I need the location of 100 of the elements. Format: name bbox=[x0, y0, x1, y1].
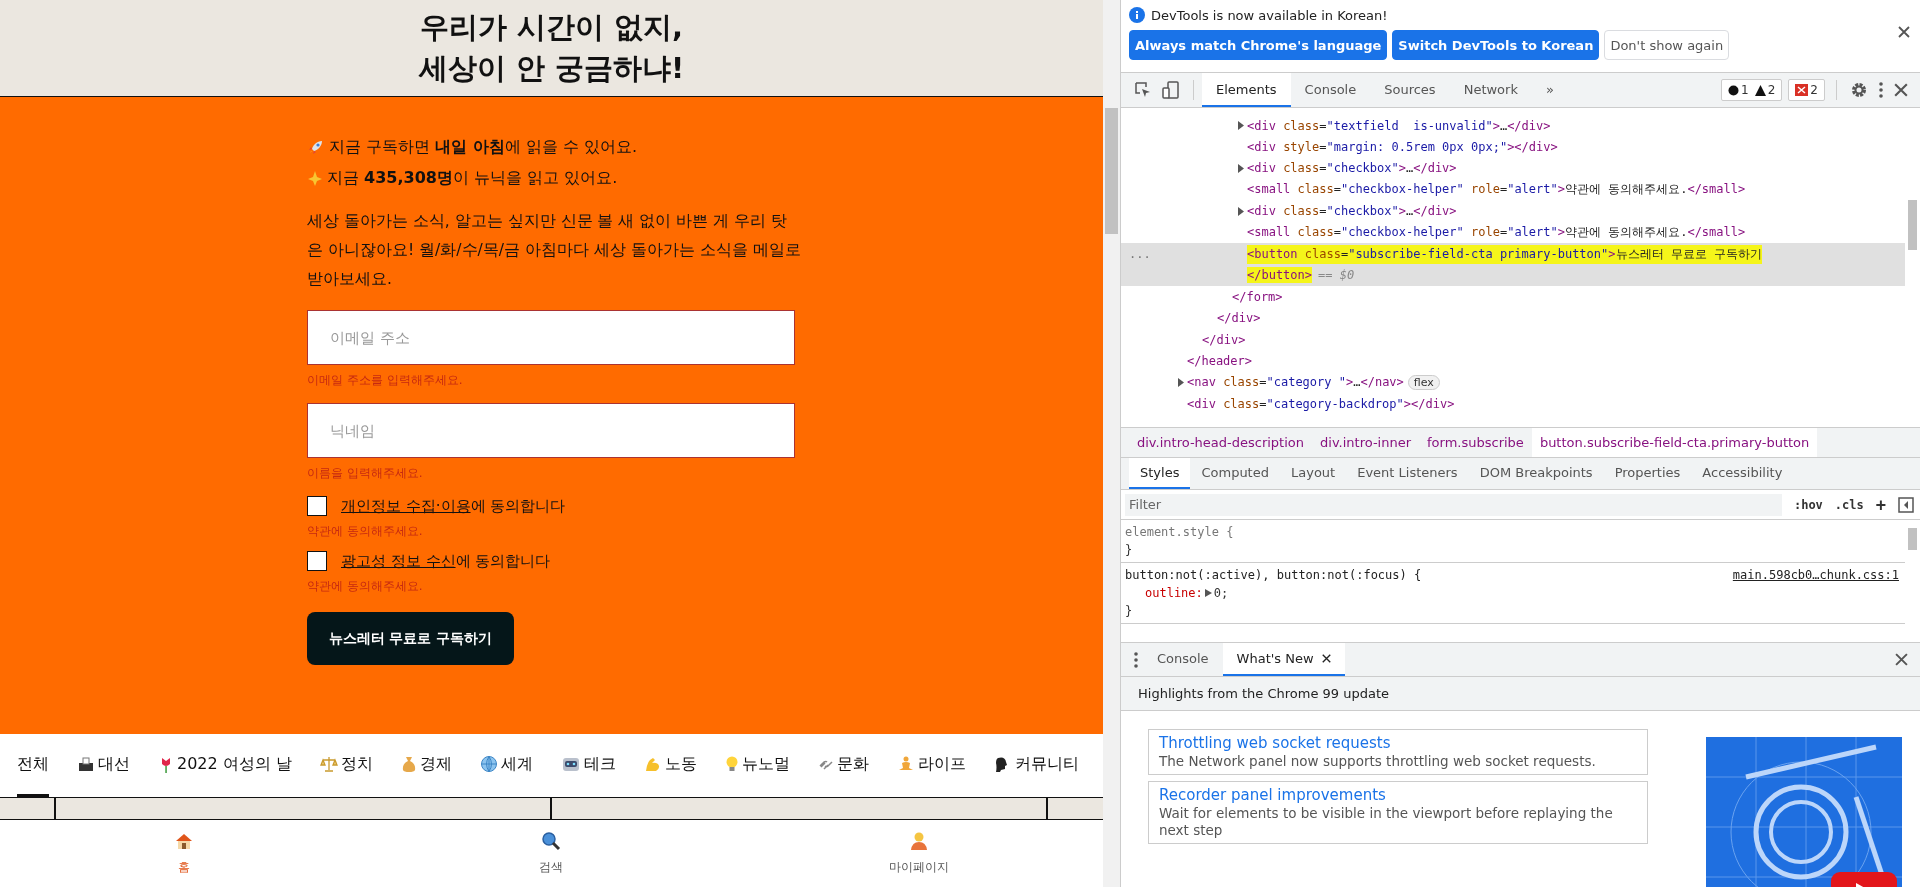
infobar-button[interactable]: Switch DevTools to Korean bbox=[1392, 30, 1600, 60]
more-options-icon[interactable]: ... bbox=[1129, 247, 1151, 262]
inspect-icon[interactable] bbox=[1134, 81, 1152, 99]
sidebar-toggle-icon[interactable] bbox=[1898, 496, 1914, 513]
dom-node[interactable]: <nav class="category ">…</nav> bbox=[1187, 374, 1404, 391]
category-tab[interactable]: 테크 bbox=[560, 734, 616, 797]
issue-counter[interactable]: 2 bbox=[1788, 79, 1825, 101]
intro-text: 지금 구독하면 내일 아침에 읽을 수 있어요. bbox=[329, 136, 638, 158]
sidebar-tab[interactable]: DOM Breakpoints bbox=[1468, 458, 1604, 489]
bottom-nav-item[interactable]: 마이페이지 bbox=[735, 820, 1103, 887]
filter-toggle[interactable]: .cls bbox=[1834, 497, 1864, 512]
closing-tag[interactable]: </form> bbox=[1232, 288, 1283, 305]
sidebar-tab[interactable]: Accessibility bbox=[1691, 458, 1794, 489]
ballot-box-icon bbox=[77, 755, 95, 773]
globe-icon bbox=[479, 755, 498, 773]
category-tab[interactable]: 2022 여성의 날 bbox=[158, 734, 292, 797]
feature-description: Wait for elements to be visible in the viewport before replaying the next step bbox=[1159, 805, 1614, 839]
sidebar-tab[interactable]: Computed bbox=[1190, 458, 1280, 489]
feature-link[interactable]: Throttling web socket requests bbox=[1159, 733, 1637, 753]
error-message: 이름을 입력해주세요. bbox=[307, 465, 424, 481]
close-icon[interactable] bbox=[1898, 26, 1910, 38]
category-tab[interactable]: 정치 bbox=[319, 734, 373, 797]
filter-toggle[interactable]: :hov bbox=[1793, 497, 1823, 512]
bottom-nav-item[interactable]: 검색 bbox=[367, 820, 736, 887]
light-bulb-icon bbox=[724, 755, 739, 773]
dom-node[interactable]: <small class="checkbox-helper" role="alert">약관에 동의해주세요.</small> bbox=[1247, 180, 1746, 200]
panel-tab[interactable]: Sources bbox=[1370, 73, 1450, 107]
panel-tab[interactable]: Elements bbox=[1202, 73, 1291, 107]
close-icon[interactable] bbox=[1894, 83, 1908, 97]
expand-arrow-icon[interactable] bbox=[1204, 589, 1212, 597]
more-menu-icon[interactable] bbox=[1878, 81, 1884, 99]
issue-counter[interactable]: 1 2 bbox=[1721, 79, 1783, 101]
expand-arrow-icon[interactable] bbox=[1177, 377, 1185, 387]
issue-flag-icon bbox=[1795, 84, 1809, 96]
closing-tag[interactable]: </div> bbox=[1202, 331, 1246, 348]
dom-node[interactable]: <div class="category-backdrop"></div> bbox=[1187, 395, 1455, 412]
category-tab[interactable]: 경제 bbox=[400, 734, 452, 797]
text-field[interactable]: 닉네임 bbox=[307, 403, 795, 458]
feature-link[interactable]: Recorder panel improvements bbox=[1159, 785, 1637, 805]
drawer-tab[interactable]: What's New bbox=[1222, 643, 1345, 676]
category-tab[interactable]: 대선 bbox=[77, 734, 130, 797]
category-tab[interactable]: 커뮤니티 bbox=[993, 734, 1079, 797]
drawer-tab[interactable]: Console bbox=[1143, 643, 1223, 676]
breadcrumb[interactable]: div.intro-head-description bbox=[1129, 428, 1312, 457]
error-message: 약관에 동의해주세요. bbox=[307, 578, 424, 594]
breadcrumb[interactable]: div.intro-inner bbox=[1312, 428, 1420, 457]
closing-tag[interactable]: </button> bbox=[1247, 267, 1313, 284]
terms-link[interactable]: 개인정보 수집·이용 bbox=[341, 496, 471, 515]
sidebar-tab[interactable]: Event Listeners bbox=[1346, 458, 1469, 489]
panel-tab[interactable]: Console bbox=[1290, 73, 1371, 107]
sidebar-tab[interactable]: Properties bbox=[1603, 458, 1692, 489]
panel-tab[interactable]: Network bbox=[1449, 73, 1532, 107]
flex-badge[interactable]: flex bbox=[1407, 374, 1440, 390]
dom-node[interactable]: <div style="margin: 0.5rem 0px 0px;"></div> bbox=[1247, 139, 1558, 156]
close-icon[interactable] bbox=[1321, 654, 1331, 663]
settings-icon[interactable] bbox=[1850, 81, 1868, 99]
dom-node[interactable]: <small class="checkbox-helper" role="alert">약관에 동의해주세요.</small> bbox=[1247, 223, 1746, 243]
category-tab[interactable]: 뉴노멀 bbox=[724, 734, 790, 797]
dom-node[interactable]: <button class="subscribe-field-cta primary-button">뉴스레터 무료로 구독하기 bbox=[1247, 244, 1762, 264]
closing-tag[interactable]: </header> bbox=[1187, 353, 1253, 369]
sidebar-tab[interactable]: Layout bbox=[1280, 458, 1347, 489]
more-tabs-button[interactable]: » bbox=[1531, 73, 1568, 107]
add-rule-button[interactable]: + bbox=[1875, 494, 1886, 515]
expand-arrow-icon[interactable] bbox=[1237, 206, 1245, 216]
filter-field[interactable]: Filter bbox=[1125, 493, 1782, 516]
money-bag-icon bbox=[400, 755, 417, 773]
text-field[interactable]: 이메일 주소 bbox=[307, 310, 795, 365]
bottom-nav-item[interactable]: 홈 bbox=[0, 820, 368, 887]
checkbox[interactable] bbox=[307, 496, 327, 516]
checkbox[interactable] bbox=[307, 551, 327, 571]
breadcrumb[interactable]: form.subscribe bbox=[1419, 428, 1532, 457]
infobar-button[interactable]: Always match Chrome's language bbox=[1129, 30, 1388, 60]
infobar-button[interactable]: Don't show again bbox=[1604, 30, 1730, 60]
sidebar-tab[interactable]: Styles bbox=[1129, 458, 1191, 489]
expand-arrow-icon[interactable] bbox=[1237, 121, 1245, 131]
subscribe-button[interactable]: 뉴스레터 무료로 구독하기 bbox=[307, 612, 514, 665]
category-tab[interactable]: 라이프 bbox=[896, 734, 966, 797]
counter-value: 2 bbox=[1767, 83, 1776, 97]
close-icon[interactable] bbox=[1895, 653, 1908, 666]
breadcrumb[interactable]: button.subscribe-field-cta.primary-button bbox=[1531, 428, 1818, 457]
category-tab[interactable]: 노동 bbox=[643, 734, 697, 797]
warning-triangle-icon bbox=[1754, 84, 1766, 96]
source-link[interactable]: main.598cb0…chunk.css:1 bbox=[1732, 566, 1899, 584]
dom-node[interactable]: <div class="checkbox">…</div> bbox=[1247, 160, 1457, 177]
infobar-message: DevTools is now available in Korean! bbox=[1151, 7, 1388, 23]
css-selector: button:not(:active), button:not(:focus) { bbox=[1125, 567, 1422, 584]
device-icon[interactable] bbox=[1162, 81, 1180, 99]
closing-tag[interactable]: </div> bbox=[1217, 310, 1261, 327]
category-tab[interactable]: 세계 bbox=[479, 734, 533, 797]
category-tab[interactable]: 문화 bbox=[817, 734, 869, 797]
drawer-menu-icon[interactable] bbox=[1134, 651, 1138, 668]
person-icon bbox=[909, 831, 930, 851]
dom-node[interactable]: <div class="checkbox">…</div> bbox=[1247, 203, 1457, 220]
expand-arrow-icon[interactable] bbox=[1237, 163, 1245, 173]
terms-link[interactable]: 광고성 정보 수신 bbox=[341, 551, 456, 570]
dom-node[interactable]: <div class="textfield is-unvalid">…</div> bbox=[1247, 117, 1551, 134]
error-message: 이메일 주소를 입력해주세요. bbox=[307, 372, 464, 388]
headline: 우리가 시간이 없지, bbox=[419, 9, 684, 46]
description-text: 세상 돌아가는 소식, 알고는 싶지만 신문 볼 새 없이 바쁜 게 우리 탓은 아니잖아요! 월/화/수/목/금 아침마다 세상 돌아가는 소식을 메일로 받아보세요. bbox=[307, 211, 801, 290]
headline: 세상이 안 궁금하냐! bbox=[418, 50, 685, 87]
